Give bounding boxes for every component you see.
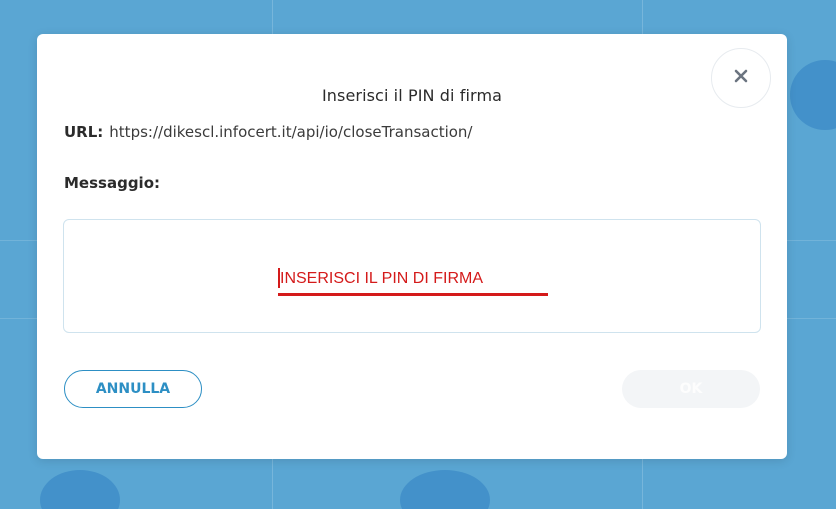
dialog-title: Inserisci il PIN di firma: [321, 86, 503, 105]
message-label: Messaggio:: [64, 174, 160, 192]
close-icon: [733, 68, 749, 88]
pin-dialog: Inserisci il PIN di firma URL: https://di…: [37, 34, 787, 459]
url-label: URL:: [64, 123, 104, 141]
url-row: URL: https://dikescl.infocert.it/api/io/c…: [64, 123, 473, 141]
ok-button[interactable]: OK: [622, 370, 760, 408]
close-button[interactable]: [711, 48, 771, 108]
cancel-button[interactable]: ANNULLA: [64, 370, 202, 408]
url-value: https://dikescl.infocert.it/api/io/close…: [109, 123, 473, 141]
message-box: [63, 219, 761, 333]
text-caret: [278, 268, 280, 288]
pin-input[interactable]: [278, 264, 548, 296]
